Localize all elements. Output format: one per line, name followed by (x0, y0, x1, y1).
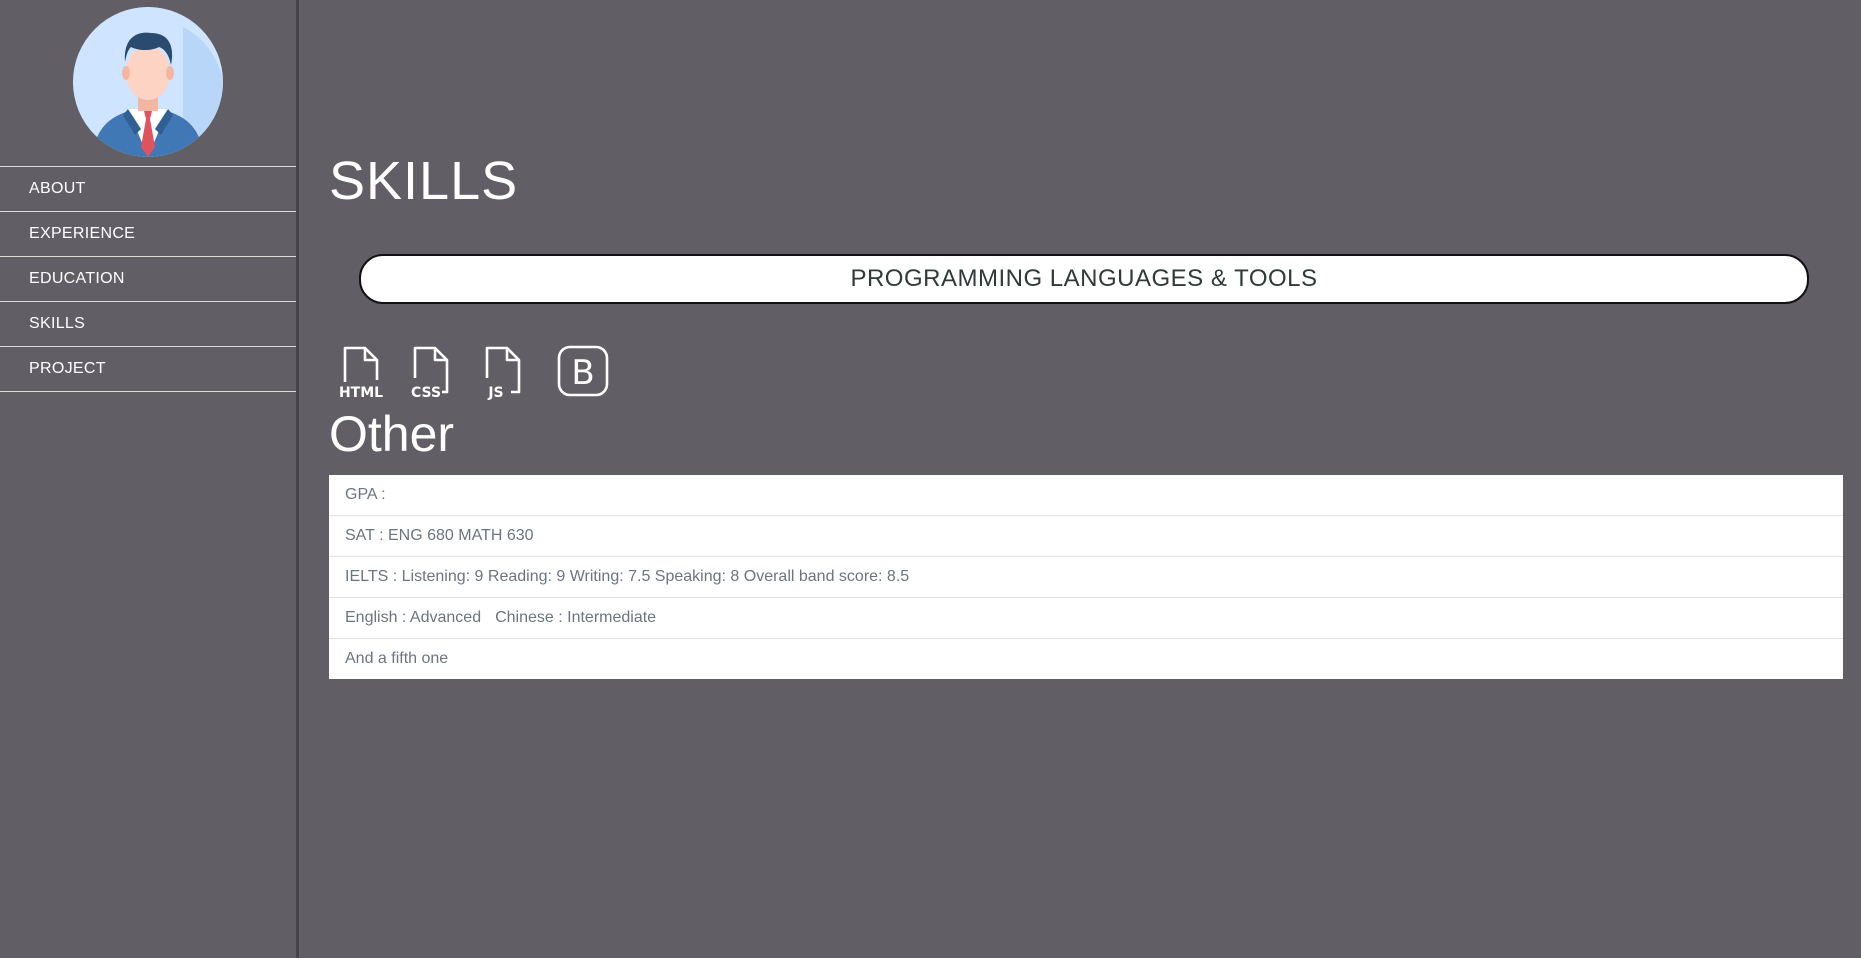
sidebar-nav: ABOUT EXPERIENCE EDUCATION SKILLS PROJEC… (0, 166, 296, 392)
list-item-gpa: GPA : (329, 475, 1843, 516)
nav-item-skills[interactable]: SKILLS (0, 302, 296, 347)
avatar (73, 7, 223, 157)
section-heading-pill: PROGRAMMING LANGUAGES & TOOLS (359, 254, 1809, 304)
nav-item-education[interactable]: EDUCATION (0, 257, 296, 302)
js-icon-label: JS (487, 385, 503, 400)
language-english: English : Advanced (345, 609, 482, 626)
js-file-icon: JS (481, 344, 529, 404)
page-title: SKILLS (329, 151, 519, 211)
nav-item-about[interactable]: ABOUT (0, 167, 296, 212)
html-icon-label: HTML (339, 385, 383, 400)
other-list: GPA : SAT : ENG 680 MATH 630 IELTS : Lis… (329, 475, 1843, 679)
language-chinese: Chinese : Intermediate (495, 609, 657, 626)
bootstrap-icon: B (557, 344, 611, 404)
list-item-languages: English : Advanced Chinese : Intermediate (329, 598, 1843, 639)
nav-item-experience[interactable]: EXPERIENCE (0, 212, 296, 257)
css-icon-label: CSS (411, 385, 441, 400)
list-item-ielts: IELTS : Listening: 9 Reading: 9 Writing:… (329, 557, 1843, 598)
css-file-icon: CSS (409, 344, 457, 404)
other-heading: Other (329, 406, 455, 462)
list-item-sat: SAT : ENG 680 MATH 630 (329, 516, 1843, 557)
sidebar: ABOUT EXPERIENCE EDUCATION SKILLS PROJEC… (0, 0, 299, 958)
bootstrap-icon-label: B (571, 353, 594, 393)
avatar-businessman-icon (73, 7, 223, 157)
nav-item-project[interactable]: PROJECT (0, 347, 296, 392)
list-item-fifth: And a fifth one (345, 650, 449, 667)
html-file-icon: HTML (339, 344, 387, 404)
